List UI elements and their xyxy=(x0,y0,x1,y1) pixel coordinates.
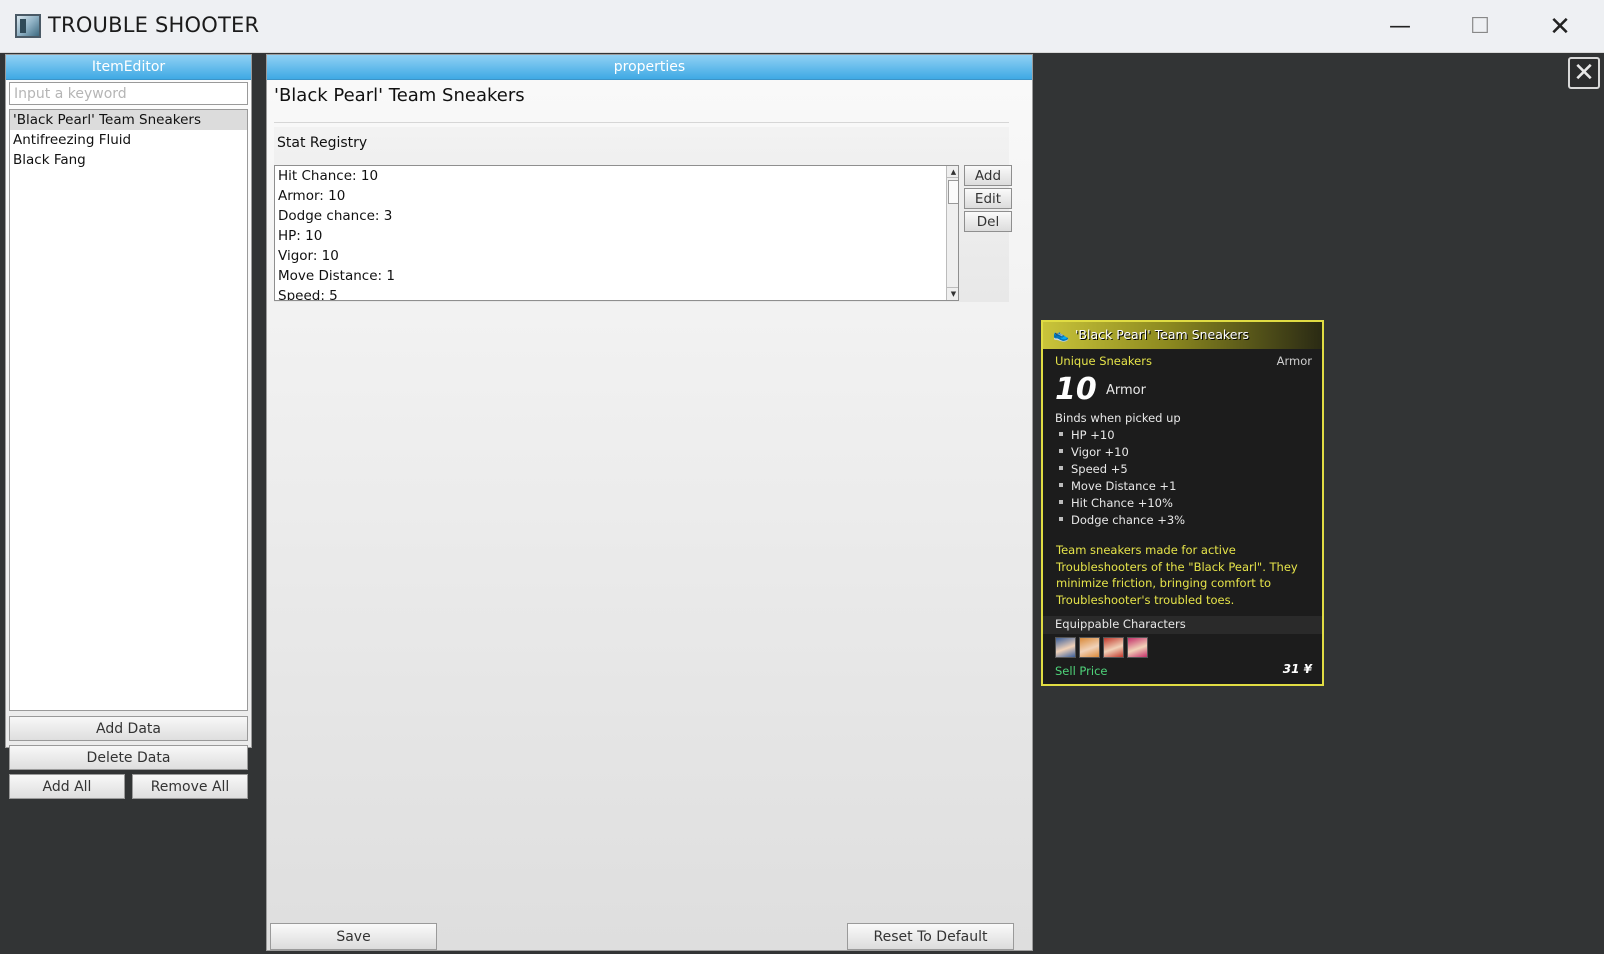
character-portrait xyxy=(1055,637,1076,658)
bullet-icon xyxy=(1059,431,1063,436)
bullet-icon xyxy=(1059,465,1063,470)
card-category: Armor xyxy=(1276,354,1312,368)
card-stat: Dodge chance +3% xyxy=(1059,512,1185,529)
scroll-up-arrow-icon[interactable]: ▲ xyxy=(947,166,958,178)
character-portrait xyxy=(1079,637,1100,658)
equippable-bar: Equippable Characters xyxy=(1043,616,1322,634)
stat-row[interactable]: Armor: 10 xyxy=(275,186,958,206)
list-item[interactable]: Antifreezing Fluid xyxy=(10,130,247,150)
card-armor-value: 10 xyxy=(1055,372,1097,407)
stat-list[interactable]: Hit Chance: 10 Armor: 10 Dodge chance: 3… xyxy=(274,165,959,301)
reset-to-default-button[interactable]: Reset To Default xyxy=(847,923,1014,950)
add-all-button[interactable]: Add All xyxy=(9,774,125,799)
remove-all-button[interactable]: Remove All xyxy=(132,774,248,799)
minimize-button[interactable]: — xyxy=(1360,0,1440,53)
stat-row[interactable]: Vigor: 10 xyxy=(275,246,958,266)
sneaker-icon: 👟 xyxy=(1053,328,1070,343)
stat-list-scrollbar[interactable]: ▲ ▼ xyxy=(946,166,958,300)
card-stat: Hit Chance +10% xyxy=(1059,495,1185,512)
character-portrait xyxy=(1127,637,1148,658)
bullet-icon xyxy=(1059,516,1063,521)
item-title: 'Black Pearl' Team Sneakers xyxy=(274,85,525,106)
item-editor-header: ItemEditor xyxy=(6,55,251,80)
bullet-icon xyxy=(1059,499,1063,504)
card-binds-text: Binds when picked up xyxy=(1055,411,1181,425)
add-data-button[interactable]: Add Data xyxy=(9,716,248,741)
bullet-icon xyxy=(1059,482,1063,487)
bullet-icon xyxy=(1059,448,1063,453)
search-input[interactable] xyxy=(9,82,248,105)
card-stat-list: HP +10 Vigor +10 Speed +5 Move Distance … xyxy=(1059,427,1185,529)
scroll-down-arrow-icon[interactable]: ▼ xyxy=(947,287,958,299)
app-icon xyxy=(15,14,41,38)
card-armor-label: Armor xyxy=(1106,383,1146,398)
stat-row[interactable]: Dodge chance: 3 xyxy=(275,206,958,226)
stat-registry-label: Stat Registry xyxy=(277,135,368,151)
sell-price-value: 31 ¥ xyxy=(1282,662,1312,676)
equippable-label: Equippable Characters xyxy=(1055,617,1186,631)
window-title: TROUBLE SHOOTER xyxy=(48,13,260,37)
stat-row[interactable]: Move Distance: 1 xyxy=(275,266,958,286)
title-bar: TROUBLE SHOOTER — ☐ ✕ xyxy=(0,0,1604,53)
character-portraits xyxy=(1055,637,1148,658)
stat-row[interactable]: HP: 10 xyxy=(275,226,958,246)
stat-add-button[interactable]: Add xyxy=(964,165,1012,186)
close-window-button[interactable]: ✕ xyxy=(1520,0,1600,53)
card-item-name: 'Black Pearl' Team Sneakers xyxy=(1075,327,1250,342)
card-rarity: Unique Sneakers xyxy=(1055,354,1152,368)
item-list[interactable]: 'Black Pearl' Team Sneakers Antifreezing… xyxy=(9,109,248,711)
maximize-button[interactable]: ☐ xyxy=(1440,0,1520,53)
card-stat: Vigor +10 xyxy=(1059,444,1185,461)
divider xyxy=(274,122,1009,123)
card-description: Team sneakers made for active Troublesho… xyxy=(1056,543,1298,607)
sell-price-label: Sell Price xyxy=(1055,664,1108,678)
stat-edit-button[interactable]: Edit xyxy=(964,188,1012,209)
card-header: 👟 'Black Pearl' Team Sneakers xyxy=(1043,322,1322,349)
list-item[interactable]: 'Black Pearl' Team Sneakers xyxy=(10,110,247,130)
stat-row[interactable]: Speed: 5 xyxy=(275,286,958,300)
card-stat: HP +10 xyxy=(1059,427,1185,444)
close-overlay-button[interactable]: ✕ xyxy=(1568,57,1600,89)
properties-panel: properties 'Black Pearl' Team Sneakers S… xyxy=(266,54,1033,951)
card-stat: Speed +5 xyxy=(1059,461,1185,478)
save-button[interactable]: Save xyxy=(270,923,437,950)
scroll-thumb[interactable] xyxy=(948,180,958,204)
stat-row[interactable]: Hit Chance: 10 xyxy=(275,166,958,186)
list-item[interactable]: Black Fang xyxy=(10,150,247,170)
delete-data-button[interactable]: Delete Data xyxy=(9,745,248,770)
stat-registry-section: Stat Registry Hit Chance: 10 Armor: 10 D… xyxy=(274,127,1012,302)
item-editor-panel: ItemEditor 'Black Pearl' Team Sneakers A… xyxy=(5,54,252,799)
stat-delete-button[interactable]: Del xyxy=(964,211,1012,232)
item-tooltip-card: 👟 'Black Pearl' Team Sneakers Unique Sne… xyxy=(1041,320,1324,686)
card-stat: Move Distance +1 xyxy=(1059,478,1185,495)
character-portrait xyxy=(1103,637,1124,658)
properties-header: properties xyxy=(267,55,1032,80)
